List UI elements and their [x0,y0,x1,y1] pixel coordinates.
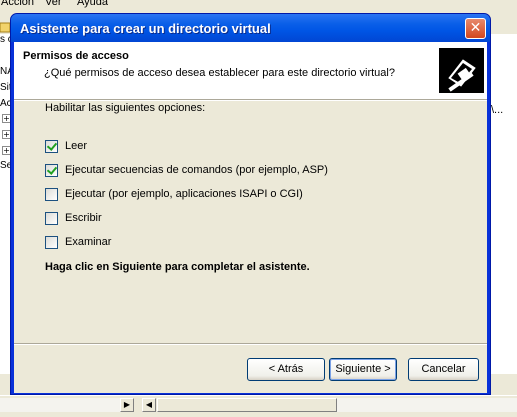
leer-checkbox[interactable] [45,139,58,153]
menu-ver[interactable]: Ver [45,0,62,8]
wizard-title: Asistente para crear un directorio virtu… [20,21,271,36]
background-detail-pane: \... [489,34,517,374]
option-ejecutar[interactable]: Ejecutar (por ejemplo, aplicaciones ISAP… [45,187,303,201]
option-label: Escribir [65,212,102,224]
menu-ayuda[interactable]: Ayuda [77,0,108,8]
next-button[interactable]: Siguiente > [329,358,397,381]
option-label: Leer [65,140,88,152]
option-label: Examinar [65,236,112,248]
option-ejecutar-secuencias[interactable]: Ejecutar secuencias de comandos (por eje… [45,163,328,177]
ejecutar-checkbox[interactable] [45,187,58,201]
option-label: Ejecutar secuencias de comandos (por eje… [65,164,328,176]
scroll-thumb[interactable] [157,398,337,412]
step-subtitle: ¿Qué permisos de acceso desea establecer… [44,67,395,79]
close-button[interactable]: ✕ [465,18,486,39]
option-examinar[interactable]: Examinar [45,235,111,249]
back-button[interactable]: < Atrás [247,358,325,381]
option-escribir[interactable]: Escribir [45,211,102,225]
menu-accion[interactable]: Acción [1,0,34,8]
background-menubar: Acción Ver Ayuda [0,0,517,10]
escribir-checkbox[interactable] [45,211,58,225]
option-label: Ejecutar (por ejemplo, aplicaciones ISAP… [65,188,303,200]
ejecutar-secuencias-checkbox[interactable] [45,163,58,177]
background-toolbar [0,20,11,34]
close-icon: ✕ [469,20,482,36]
detail-fragment: \... [491,104,504,116]
background-scrollbars: ▶ ◀ [0,395,517,417]
folder-up-icon[interactable] [0,20,11,34]
wizard-title-bar[interactable]: Asistente para crear un directorio virtu… [11,14,490,42]
finish-instruction: Haga clic en Siguiente para completar el… [45,261,310,273]
left-scroll-track[interactable] [0,398,120,412]
scroll-right-arrow-icon[interactable]: ▶ [120,398,134,412]
scroll-left-arrow-icon[interactable]: ◀ [142,398,156,412]
step-title: Permisos de acceso [23,50,129,62]
wizard-client-area: Permisos de acceso ¿Qué permisos de acce… [14,42,487,393]
header-divider [14,99,487,101]
right-scroll-track[interactable] [337,398,517,412]
option-leer[interactable]: Leer [45,139,87,153]
permissions-book-icon [439,48,484,93]
virtual-directory-wizard: Asistente para crear un directorio virtu… [10,13,491,395]
wizard-header: Permisos de acceso ¿Qué permisos de acce… [14,42,487,99]
options-instruction: Habilitar las siguientes opciones: [45,102,206,114]
footer-divider [14,343,487,345]
cancel-button[interactable]: Cancelar [408,358,479,381]
examinar-checkbox[interactable] [45,235,58,249]
